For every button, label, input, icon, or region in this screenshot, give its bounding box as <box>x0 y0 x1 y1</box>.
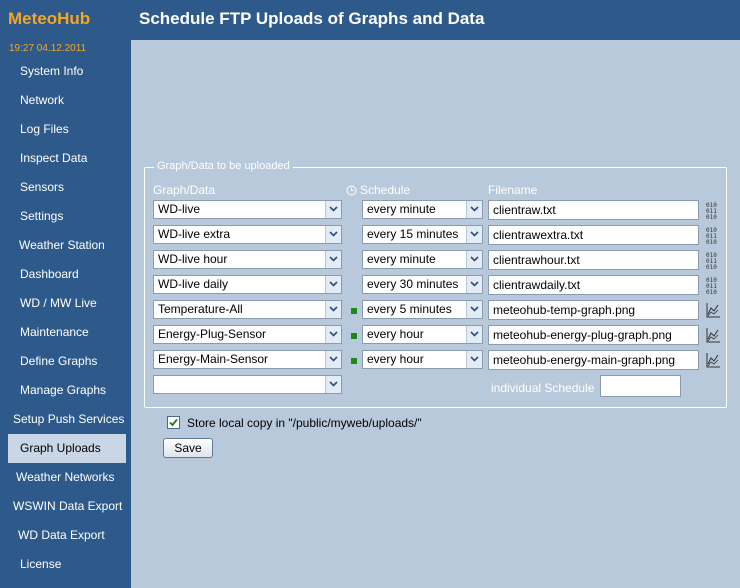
filename-input[interactable]: clientrawextra.txt <box>488 225 699 245</box>
graph-icon <box>705 301 721 319</box>
sidebar: 19:27 04.12.2011 System Info Network Log F… <box>0 40 131 588</box>
sidebar-item-weather-networks[interactable]: Weather Networks <box>0 463 131 492</box>
sidebar-item-weather-station[interactable]: Weather Station <box>0 231 131 260</box>
sidebar-item-maintenance[interactable]: Maintenance <box>0 318 131 347</box>
sidebar-item-wd-mw-live[interactable]: WD / MW Live <box>0 289 131 318</box>
fieldset-legend: Graph/Data to be uploaded <box>154 160 293 172</box>
individual-schedule-label: individual Schedule <box>491 381 595 395</box>
active-indicator <box>351 333 357 339</box>
svg-text:010: 010 <box>706 264 717 269</box>
filename-input[interactable]: meteohub-temp-graph.png <box>488 300 699 320</box>
upload-fieldset: Graph/Data to be uploaded Graph/Data Sch… <box>144 160 728 408</box>
chevron-down-icon <box>466 301 482 318</box>
upload-row: Energy-Main-Sensor every hour meteohub-ene… <box>145 350 728 370</box>
app-logo: MeteoHub <box>8 9 91 28</box>
schedule-select[interactable]: every minute <box>362 200 483 219</box>
chevron-down-icon <box>325 226 341 243</box>
schedule-select[interactable]: every 5 minutes <box>362 300 483 319</box>
svg-text:010: 010 <box>706 289 717 294</box>
schedule-select[interactable]: every 15 minutes <box>362 225 483 244</box>
sidebar-item-manage-graphs[interactable]: Manage Graphs <box>0 376 131 405</box>
sidebar-item-sensors[interactable]: Sensors <box>0 173 131 202</box>
graph-select[interactable]: WD-live <box>153 200 342 219</box>
chevron-down-icon <box>325 376 341 393</box>
filename-input[interactable]: meteohub-energy-plug-graph.png <box>488 325 699 345</box>
sidebar-item-dashboard[interactable]: Dashboard <box>0 260 131 289</box>
filename-input[interactable]: meteohub-energy-main-graph.png <box>488 350 699 370</box>
sidebar-item-wswin-data-export[interactable]: WSWIN Data Export <box>0 492 131 521</box>
chevron-down-icon <box>466 351 482 368</box>
filename-input[interactable]: clientrawdaily.txt <box>488 275 699 295</box>
graph-select[interactable]: Energy-Plug-Sensor <box>153 325 342 344</box>
filename-input[interactable]: clientrawhour.txt <box>488 250 699 270</box>
save-button[interactable]: Save <box>163 438 213 458</box>
upload-row: Energy-Plug-Sensor every hour meteohub-ene… <box>145 325 728 345</box>
store-local-label: Store local copy in "/public/myweb/uploa… <box>187 416 422 430</box>
filename-input[interactable]: clientraw.txt <box>488 200 699 220</box>
sidebar-item-network[interactable]: Network <box>0 86 131 115</box>
binary-data-icon: 010 011 010 <box>705 276 721 296</box>
graph-select[interactable]: WD-live hour <box>153 250 342 269</box>
upload-row: Temperature-All every 5 minutes meteohub-t… <box>145 300 728 320</box>
page-title: Schedule FTP Uploads of Graphs and Data <box>139 9 485 28</box>
binary-data-icon: 010 011 010 <box>705 226 721 246</box>
chevron-down-icon <box>325 326 341 343</box>
graph-select[interactable]: Temperature-All <box>153 300 342 319</box>
active-indicator <box>351 308 357 314</box>
svg-text:010: 010 <box>706 239 717 244</box>
sidebar-nav: System Info Network Log Files Inspect Data S… <box>0 57 131 579</box>
binary-data-icon: 010 011 010 <box>705 201 721 221</box>
upload-row: WD-live daily every 30 minutes clientrawda… <box>145 275 728 296</box>
schedule-select[interactable]: every 30 minutes <box>362 275 483 294</box>
sidebar-item-wd-data-export[interactable]: WD Data Export <box>0 521 131 550</box>
column-header-filename: Filename <box>488 183 538 197</box>
active-indicator <box>351 358 357 364</box>
sidebar-item-setup-push-services[interactable]: Setup Push Services <box>0 405 131 434</box>
sidebar-item-log-files[interactable]: Log Files <box>0 115 131 144</box>
sidebar-item-settings[interactable]: Settings <box>0 202 131 231</box>
column-header-schedule-label: Schedule <box>360 183 411 197</box>
schedule-select[interactable]: every hour <box>362 325 483 344</box>
chevron-down-icon <box>466 226 482 243</box>
graph-select[interactable]: WD-live daily <box>153 275 342 294</box>
header-bar: MeteoHub Schedule FTP Uploads of Graphs … <box>0 0 740 40</box>
chevron-down-icon <box>466 326 482 343</box>
upload-row: WD-live every minute clientraw.txt 010 011 01… <box>145 200 728 221</box>
chevron-down-icon <box>325 301 341 318</box>
sidebar-item-system-info[interactable]: System Info <box>0 57 131 86</box>
store-local-checkbox[interactable] <box>167 416 180 429</box>
binary-data-icon: 010 011 010 <box>705 251 721 271</box>
main-content: Graph/Data to be uploaded Graph/Data Sch… <box>131 40 740 588</box>
graph-select[interactable]: Energy-Main-Sensor <box>153 350 342 369</box>
column-header-graph: Graph/Data <box>153 183 216 197</box>
graph-icon <box>705 326 721 344</box>
chevron-down-icon <box>466 276 482 293</box>
schedule-select[interactable]: every minute <box>362 250 483 269</box>
chevron-down-icon <box>466 201 482 218</box>
column-header-schedule: Schedule <box>346 183 410 199</box>
clock-icon <box>346 185 357 199</box>
sidebar-item-inspect-data[interactable]: Inspect Data <box>0 144 131 173</box>
graph-select-new[interactable] <box>153 375 342 394</box>
chevron-down-icon <box>325 351 341 368</box>
graph-select[interactable]: WD-live extra <box>153 225 342 244</box>
chevron-down-icon <box>325 251 341 268</box>
upload-row: WD-live hour every minute clientrawhour.tx… <box>145 250 728 271</box>
checkmark-icon <box>169 418 178 427</box>
chevron-down-icon <box>466 251 482 268</box>
individual-schedule-input[interactable] <box>600 375 681 397</box>
datetime-display: 19:27 04.12.2011 <box>9 43 87 54</box>
upload-row: WD-live extra every 15 minutes clientrawex… <box>145 225 728 246</box>
schedule-select[interactable]: every hour <box>362 350 483 369</box>
chevron-down-icon <box>325 276 341 293</box>
sidebar-item-define-graphs[interactable]: Define Graphs <box>0 347 131 376</box>
svg-text:010: 010 <box>706 214 717 219</box>
sidebar-item-license[interactable]: License <box>0 550 131 579</box>
chevron-down-icon <box>325 201 341 218</box>
graph-icon <box>705 351 721 369</box>
sidebar-item-graph-uploads[interactable]: Graph Uploads <box>8 434 126 463</box>
